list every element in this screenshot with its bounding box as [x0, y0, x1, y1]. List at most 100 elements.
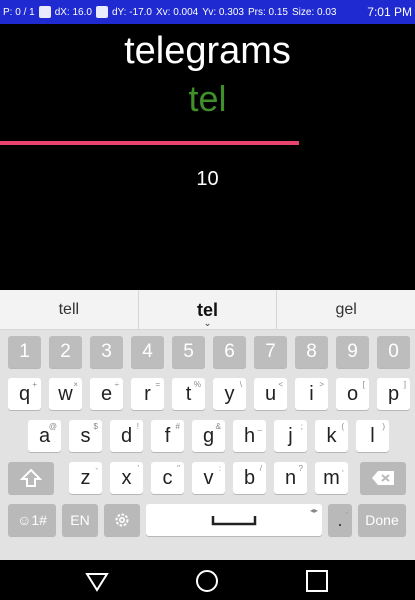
- letter-row-2: @ a $ s! d # f & g _ h; j(k) l: [0, 420, 415, 456]
- key-label: w: [58, 382, 73, 405]
- backspace-icon: [372, 471, 394, 485]
- letter-key[interactable]: (k: [315, 420, 348, 452]
- letter-key[interactable]: -z: [69, 462, 102, 494]
- key-hint: ): [382, 422, 385, 431]
- suggestion-right[interactable]: gel: [276, 289, 415, 330]
- letter-key[interactable]: ] p: [377, 378, 410, 410]
- done-key[interactable]: Done: [358, 504, 406, 536]
- letter-key[interactable]: ) l: [356, 420, 389, 452]
- language-key[interactable]: EN: [62, 504, 98, 536]
- key-hint: ]: [403, 380, 406, 389]
- key-label: s: [80, 424, 91, 447]
- key-hint: ?: [298, 464, 303, 473]
- home-icon: [196, 570, 218, 592]
- letter-key[interactable]: _ h: [233, 420, 266, 452]
- key-hint: !: [136, 422, 139, 431]
- key-label: j: [288, 424, 293, 447]
- key-hint: +: [32, 380, 37, 389]
- letter-key[interactable]: + q: [8, 378, 41, 410]
- key-label: v: [203, 466, 214, 489]
- suggestion-center[interactable]: tel ⌄: [137, 289, 277, 330]
- notification-icon: [38, 6, 51, 18]
- space-bar[interactable]: ◂▸: [146, 504, 322, 536]
- letter-key[interactable]: @ a: [28, 420, 61, 452]
- done-label: Done: [365, 512, 399, 528]
- letter-key[interactable]: " c: [151, 462, 184, 494]
- key-label: u: [264, 382, 277, 405]
- backspace-key[interactable]: [360, 462, 406, 494]
- key-hint: <: [278, 380, 283, 389]
- letter-key[interactable]: > i: [295, 378, 328, 410]
- letter-key[interactable]: [o: [336, 378, 369, 410]
- letter-key[interactable]: # f: [151, 420, 184, 452]
- shift-key[interactable]: [8, 462, 54, 494]
- letter-key[interactable]: ' x: [110, 462, 143, 494]
- number-key[interactable]: 3: [90, 336, 123, 368]
- key-label: t: [185, 382, 192, 405]
- key-label: 1: [19, 341, 30, 362]
- letter-key[interactable]: = r: [131, 378, 164, 410]
- number-key[interactable]: 1: [8, 336, 41, 368]
- letter-key[interactable]: / b: [233, 462, 266, 494]
- letter-key[interactable]: × w: [49, 378, 82, 410]
- key-label: p: [387, 382, 400, 405]
- key-hint: :: [218, 464, 221, 473]
- size-readout: Size: 0.03: [291, 6, 337, 18]
- letter-key[interactable]: ! d: [110, 420, 143, 452]
- dy-readout: dY: -17.0: [111, 6, 152, 18]
- letter-key[interactable]: ; j: [274, 420, 307, 452]
- number-key[interactable]: 0: [377, 336, 410, 368]
- recent-apps-icon: [306, 570, 328, 592]
- number-key[interactable]: 6: [213, 336, 246, 368]
- letter-key[interactable]: \ y: [213, 378, 246, 410]
- key-hint: \: [239, 380, 242, 389]
- key-hint: ,: [345, 506, 348, 515]
- key-label: 8: [306, 341, 317, 362]
- key-label: b: [243, 466, 256, 489]
- key-label: k: [326, 424, 337, 447]
- key-label: c: [162, 466, 173, 489]
- suggestion-strip: tell tel ⌄ gel: [0, 289, 415, 330]
- key-hint: ,: [341, 464, 344, 473]
- symbols-key[interactable]: ☺1#: [8, 504, 56, 536]
- gear-icon: [115, 513, 129, 527]
- number-key[interactable]: 5: [172, 336, 205, 368]
- key-label: 4: [142, 341, 153, 362]
- language-label: EN: [70, 512, 90, 528]
- letter-key[interactable]: ,m: [315, 462, 348, 494]
- period-key[interactable]: , .: [328, 504, 352, 536]
- suggestion-left[interactable]: tell: [0, 290, 138, 330]
- letter-key[interactable]: ÷ e: [90, 378, 123, 410]
- letter-key[interactable]: ? n: [274, 462, 307, 494]
- key-label: d: [120, 424, 133, 447]
- number-key[interactable]: 4: [131, 336, 164, 368]
- status-bar: P: 0 / 1 dX: 16.0 dY: -17.0 Xv: 0.004 Yv…: [0, 0, 415, 24]
- letter-key[interactable]: % t: [172, 378, 205, 410]
- key-label: o: [346, 382, 359, 405]
- letter-key[interactable]: & g: [192, 420, 225, 452]
- letter-key[interactable]: :v: [192, 462, 225, 494]
- pointer-count: P: 0 / 1: [3, 6, 35, 18]
- letter-row-1: + q × w ÷ e = r% t \ y < u > i[o] p: [0, 378, 415, 414]
- number-key[interactable]: 9: [336, 336, 369, 368]
- letter-key[interactable]: $ s: [69, 420, 102, 452]
- dx-readout: dX: 16.0: [54, 6, 92, 18]
- number-row: 1 2 3 4 5 6 7 8 9 0: [0, 336, 415, 372]
- settings-key[interactable]: [104, 504, 140, 536]
- key-label: 7: [265, 341, 276, 362]
- key-hint: ': [137, 464, 139, 473]
- key-hint: ×: [73, 380, 78, 389]
- key-label: l: [370, 424, 375, 447]
- number-key[interactable]: 8: [295, 336, 328, 368]
- key-hint: ;: [300, 422, 303, 431]
- xv-readout: Xv: 0.004: [155, 6, 199, 18]
- suggestion-label: tell: [58, 300, 80, 318]
- bottom-row: ☺1# EN ◂▸ , . Done: [0, 504, 415, 540]
- key-label: x: [121, 466, 132, 489]
- clock: 7:01 PM: [367, 5, 412, 19]
- number-key[interactable]: 7: [254, 336, 287, 368]
- symbols-label: ☺1#: [17, 512, 47, 528]
- number-key[interactable]: 2: [49, 336, 82, 368]
- chevron-down-icon: ⌄: [203, 317, 212, 328]
- letter-key[interactable]: < u: [254, 378, 287, 410]
